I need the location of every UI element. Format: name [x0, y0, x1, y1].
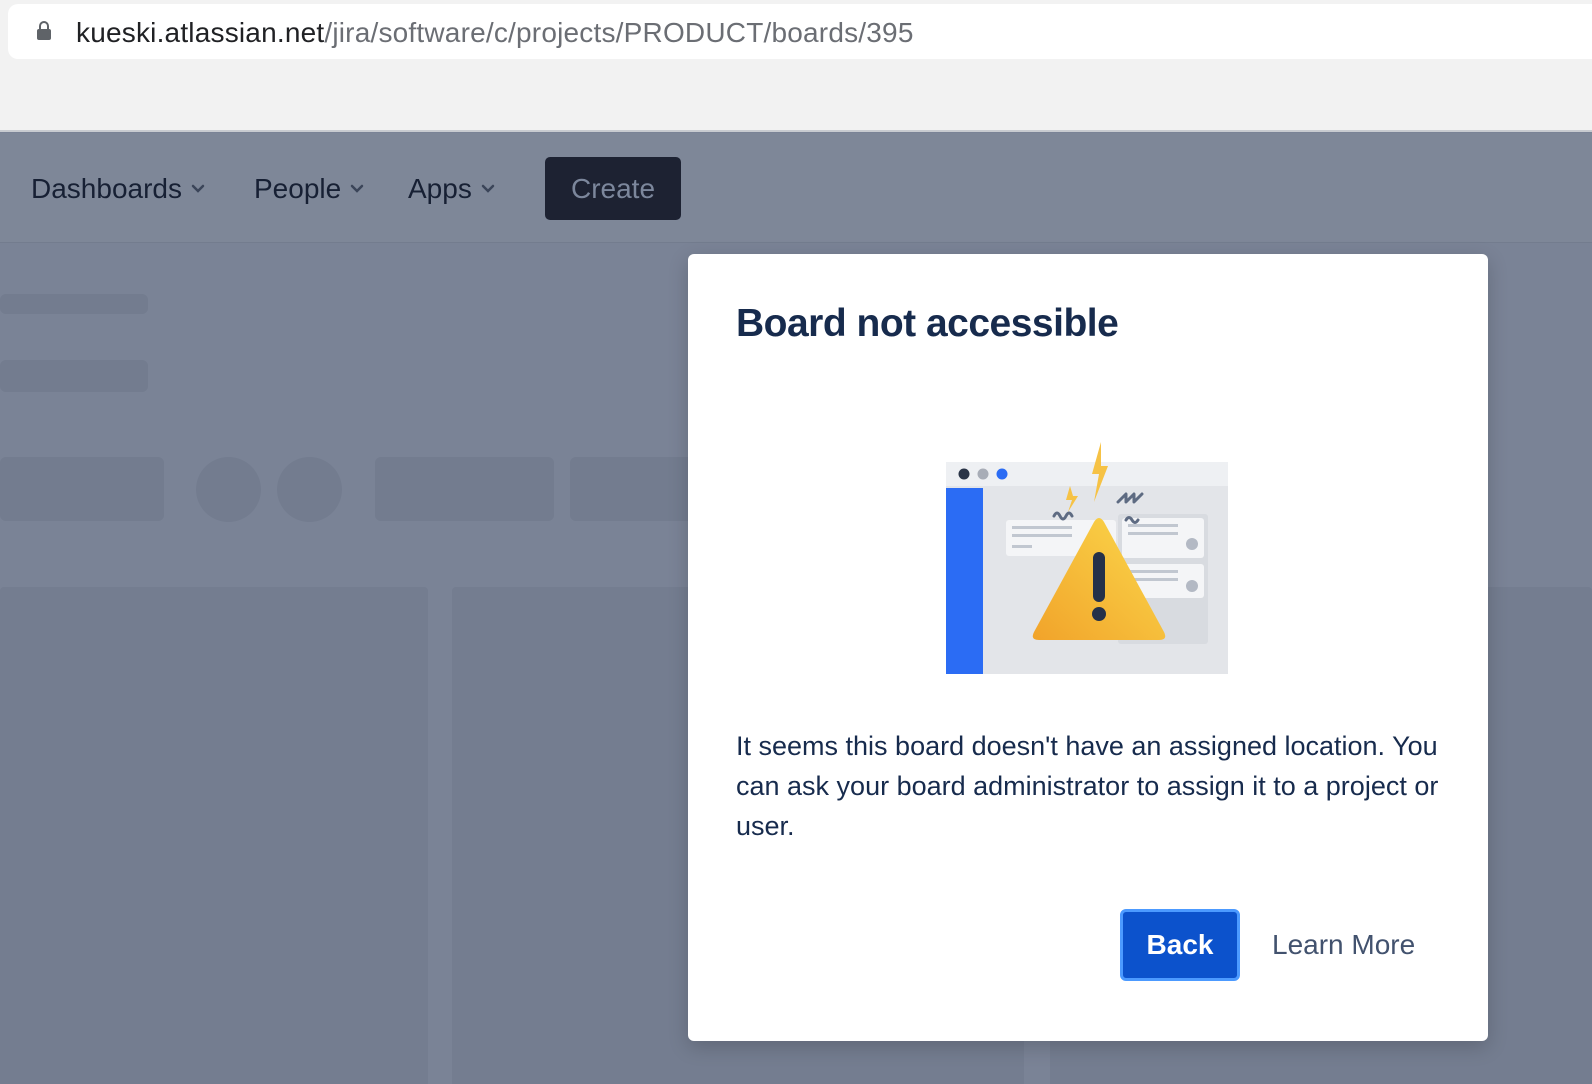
nav-people[interactable]: People [254, 173, 365, 205]
lock-icon [37, 21, 51, 40]
skeleton-avatar [196, 457, 261, 522]
chevron-down-icon [191, 184, 205, 193]
nav-dashboards[interactable]: Dashboards [31, 173, 206, 205]
nav-dashboards-label: Dashboards [31, 173, 182, 204]
modal-body-text: It seems this board doesn't have an assi… [736, 731, 1439, 841]
nav-people-label: People [254, 173, 342, 204]
chevron-down-icon [350, 184, 364, 193]
skeleton-block [0, 457, 164, 521]
skeleton-column [0, 587, 428, 1084]
modal-title: Board not accessible [736, 302, 1119, 345]
skeleton-block [570, 457, 700, 521]
address-bar[interactable]: kueski.atlassian.net/jira/software/c/pro… [8, 4, 1592, 59]
url-text[interactable]: kueski.atlassian.net/jira/software/c/pro… [76, 17, 914, 49]
skeleton-line [0, 360, 148, 392]
skeleton-avatar [277, 457, 342, 522]
url-path: /jira/software/c/projects/PRODUCT/boards… [324, 17, 914, 48]
create-button[interactable]: Create [545, 157, 681, 220]
url-host: kueski.atlassian.net [76, 17, 325, 48]
back-button[interactable]: Back [1120, 909, 1240, 981]
top-navigation: Dashboards People Apps Create [0, 133, 1592, 243]
board-not-accessible-modal: Board not accessible It seems this board… [688, 254, 1488, 1041]
chevron-down-icon [481, 184, 495, 193]
nav-apps-label: Apps [408, 173, 472, 204]
learn-more-button[interactable]: Learn More [1264, 909, 1444, 981]
browser-chrome: kueski.atlassian.net/jira/software/c/pro… [0, 0, 1592, 132]
skeleton-block [375, 457, 554, 521]
skeleton-line [0, 294, 148, 314]
nav-apps[interactable]: Apps [408, 173, 496, 205]
warning-board-illustration [946, 442, 1228, 674]
